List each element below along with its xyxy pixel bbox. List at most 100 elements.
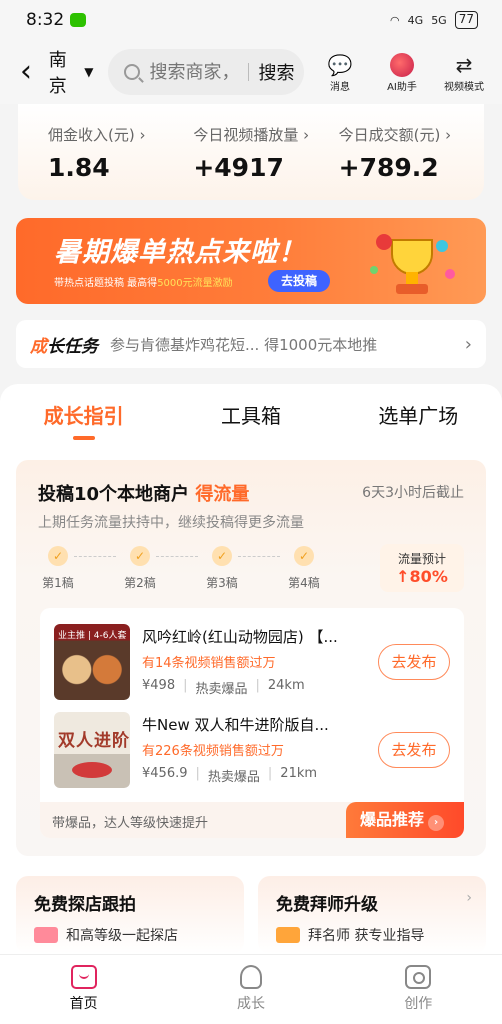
time-text: 8:32 bbox=[26, 10, 65, 30]
chevron-right-icon: › bbox=[464, 333, 472, 355]
product-price: ¥498 bbox=[142, 678, 176, 693]
beef-illustration bbox=[72, 762, 112, 778]
banner-subtitle: 带热点话题投稿 最高得5000元流量激励 bbox=[54, 278, 233, 289]
step-1: ✓ 第1稿 bbox=[38, 546, 78, 591]
banner-title: 暑期爆单热点来啦！ bbox=[54, 237, 306, 268]
product-sales: 有226条视频销售额过万 bbox=[142, 744, 284, 759]
signal-2: 5G bbox=[431, 13, 447, 27]
free-mentor-card[interactable]: 免费拜师升级 拜名师 获专业指导 › bbox=[258, 876, 486, 954]
stat-label: 今日成交额(元) › bbox=[338, 126, 452, 144]
swap-icon: ⇄ bbox=[455, 52, 473, 77]
city-selector[interactable]: 南京 ▼ bbox=[49, 46, 94, 98]
tab-toolbox[interactable]: 工具箱 bbox=[167, 400, 334, 440]
wechat-icon bbox=[70, 13, 87, 27]
tab-selection-plaza[interactable]: 选单广场 bbox=[335, 400, 502, 440]
tab-bar-top: 成长指引 工具箱 选单广场 bbox=[0, 384, 502, 440]
publish-button[interactable]: 去发布 bbox=[378, 644, 450, 680]
product-distance: 24km bbox=[267, 678, 305, 693]
message-label: 消息 bbox=[330, 81, 350, 93]
promo-banner[interactable]: 暑期爆单热点来啦！ 带热点话题投稿 最高得5000元流量激励 去投稿 bbox=[16, 218, 486, 304]
bottom-tab-bar: 首页 成长 创作 bbox=[0, 954, 502, 1024]
ai-assistant-icon bbox=[390, 52, 414, 77]
hot-product-button[interactable]: 爆品推荐 › bbox=[346, 802, 464, 838]
back-icon[interactable]: ‹ bbox=[20, 57, 43, 87]
step-connector bbox=[74, 556, 116, 557]
tab-create[interactable]: 创作 bbox=[335, 955, 502, 1024]
check-icon: ✓ bbox=[130, 546, 150, 566]
status-indicators: ◠ 4G 5G 77 bbox=[390, 11, 478, 29]
task-description: 参与肯德基炸鸡花短... 得1000元本地推 bbox=[110, 335, 378, 354]
card-subtitle: 和高等级一起探店 bbox=[34, 925, 244, 945]
home-icon bbox=[70, 965, 97, 989]
submit-cta-button[interactable]: 去投稿 bbox=[268, 270, 330, 292]
product-tag: 热卖爆品 bbox=[195, 682, 248, 697]
growth-task-row[interactable]: 成长任务 参与肯德基炸鸡花短... 得1000元本地推 › bbox=[16, 320, 486, 368]
step-connector bbox=[156, 556, 198, 557]
stat-value: +4917 bbox=[193, 153, 284, 182]
check-icon: ✓ bbox=[212, 546, 232, 566]
product-name: 牛New 双人和牛进阶版自... bbox=[142, 716, 329, 734]
ai-assistant-button[interactable]: AI助手 bbox=[376, 52, 428, 93]
search-input[interactable] bbox=[149, 61, 246, 83]
caret-down-icon: ▼ bbox=[84, 65, 94, 79]
product-thumbnail: 双人进阶 bbox=[54, 712, 130, 788]
step-4: ✓ 第4稿 bbox=[284, 546, 324, 591]
video-mode-button[interactable]: ⇄ 视频模式 bbox=[438, 52, 490, 93]
product-name: 风吟红岭(红山动物园店) 【... bbox=[142, 628, 338, 646]
status-time: 8:32 bbox=[26, 10, 87, 30]
growth-icon bbox=[239, 965, 262, 989]
header-actions: 💬 消息 AI助手 ⇄ 视频模式 bbox=[314, 52, 490, 93]
publish-button[interactable]: 去发布 bbox=[378, 732, 450, 768]
tab-home[interactable]: 首页 bbox=[0, 955, 167, 1024]
header: ‹ 南京 ▼ 搜索 💬 消息 AI助手 ⇄ 视频模式 bbox=[0, 40, 502, 104]
card-title: 免费探店跟拍 bbox=[34, 895, 136, 915]
thumbnail-tag: 双人进阶 bbox=[58, 731, 130, 751]
battery-icon: 77 bbox=[454, 11, 478, 29]
quest-steps: ✓ 第1稿 ✓ 第2稿 ✓ 第3稿 ✓ 第4稿 bbox=[38, 546, 368, 596]
stat-label: 今日视频播放量 › bbox=[193, 126, 310, 144]
stat-value: 1.84 bbox=[48, 153, 110, 182]
product-item[interactable]: 双人进阶 牛New 双人和牛进阶版自... 有226条视频销售额过万 ¥456.… bbox=[54, 712, 464, 788]
product-distance: 21km bbox=[280, 766, 318, 781]
product-thumbnail: 业主推 | 4-6人套 bbox=[54, 624, 130, 700]
step-label: 第1稿 bbox=[42, 576, 74, 590]
check-icon: ✓ bbox=[294, 546, 314, 566]
step-label: 第2稿 bbox=[124, 576, 156, 590]
ai-assistant-label: AI助手 bbox=[387, 81, 417, 93]
traffic-forecast: 流量预计 ↑80% bbox=[380, 544, 464, 592]
free-visit-card[interactable]: 免费探店跟拍 和高等级一起探店 bbox=[16, 876, 244, 954]
tab-growth-guide[interactable]: 成长指引 bbox=[0, 400, 167, 440]
card-title: 免费拜师升级 bbox=[276, 895, 378, 915]
product-meta: ¥498 | 热卖爆品 | 24km bbox=[142, 678, 305, 697]
forecast-label: 流量预计 bbox=[397, 552, 446, 566]
product-tag: 热卖爆品 bbox=[207, 770, 260, 785]
search-button[interactable]: 搜索 bbox=[259, 59, 295, 85]
chevron-right-icon: › bbox=[466, 890, 472, 906]
status-bar: 8:32 ◠ 4G 5G 77 bbox=[0, 0, 502, 40]
ticket-icon bbox=[34, 927, 58, 943]
stats-card: 佣金收入(元) › 1.84 今日视频播放量 › +4917 今日成交额(元) … bbox=[18, 104, 484, 200]
product-meta: ¥456.9 | 热卖爆品 | 21km bbox=[142, 766, 318, 785]
arrow-right-icon: › bbox=[428, 815, 445, 831]
search-icon bbox=[123, 64, 140, 80]
tab-active-indicator bbox=[72, 436, 95, 440]
wifi-icon: ◠ bbox=[390, 13, 400, 27]
stat-gmv[interactable]: 今日成交额(元) › +789.2 bbox=[339, 124, 484, 200]
quest-subtitle: 上期任务流量扶持中，继续投稿得更多流量 bbox=[38, 515, 304, 531]
step-label: 第4稿 bbox=[288, 576, 320, 590]
search-box[interactable]: 搜索 bbox=[107, 49, 304, 95]
video-mode-label: 视频模式 bbox=[444, 81, 484, 93]
tab-growth[interactable]: 成长 bbox=[167, 955, 334, 1024]
check-icon: ✓ bbox=[48, 546, 68, 566]
message-button[interactable]: 💬 消息 bbox=[314, 52, 366, 93]
main-panel: 成长指引 工具箱 选单广场 投稿10个本地商户 得流量 6天3小时后截止 上期任… bbox=[0, 384, 502, 954]
mail-icon bbox=[276, 927, 300, 943]
quest-deadline: 6天3小时后截止 bbox=[362, 485, 464, 501]
stat-plays[interactable]: 今日视频播放量 › +4917 bbox=[193, 124, 338, 200]
product-item[interactable]: 业主推 | 4-6人套 风吟红岭(红山动物园店) 【... 有14条视频销售额过… bbox=[54, 624, 464, 700]
feature-cards: 免费探店跟拍 和高等级一起探店 免费拜师升级 拜名师 获专业指导 › bbox=[16, 876, 486, 954]
stat-label: 佣金收入(元) › bbox=[48, 126, 146, 144]
quest-title: 投稿10个本地商户 得流量 bbox=[38, 484, 250, 505]
stat-commission[interactable]: 佣金收入(元) › 1.84 bbox=[48, 124, 193, 200]
forecast-value: ↑80% bbox=[396, 567, 448, 586]
